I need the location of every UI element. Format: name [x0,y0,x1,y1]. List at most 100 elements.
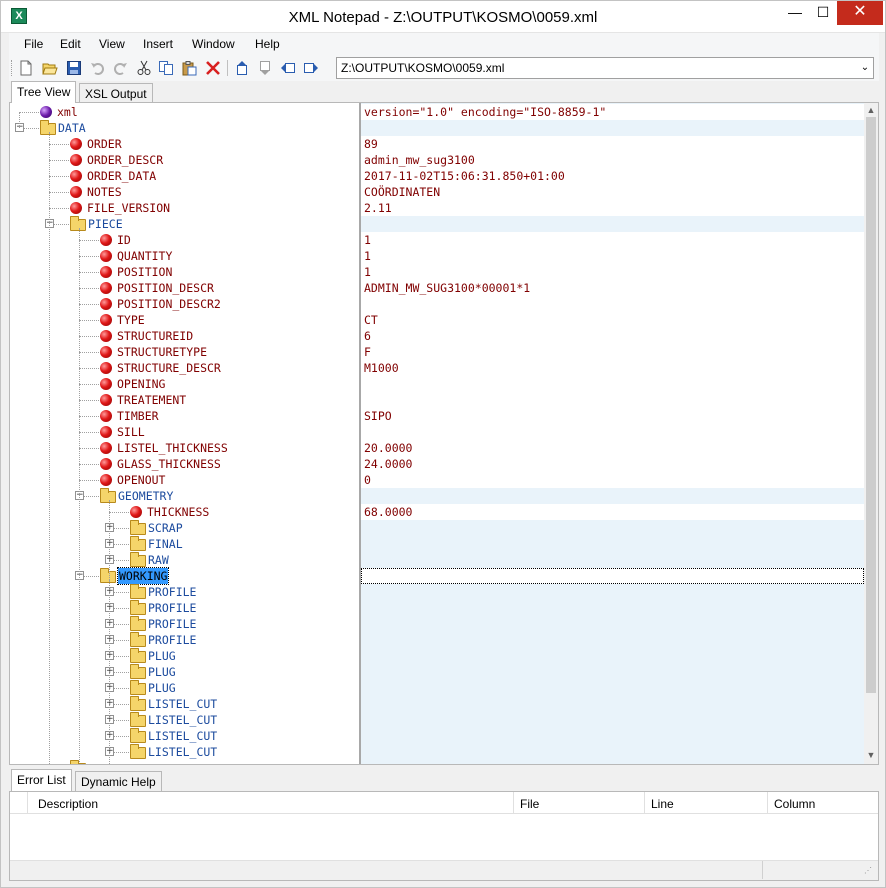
tree-node[interactable]: TYPE [10,312,359,328]
node-value[interactable] [361,664,864,680]
node-value[interactable]: SIPO [361,408,864,424]
delete-icon[interactable] [205,60,221,76]
tree-node[interactable]: + FINAL [10,536,359,552]
tree-node[interactable]: + RAW [10,552,359,568]
new-icon[interactable] [18,60,34,76]
node-value[interactable] [361,296,864,312]
node-value[interactable]: 1 [361,264,864,280]
node-value[interactable] [361,584,864,600]
tree-node[interactable]: + PROFILE [10,632,359,648]
tree-node[interactable]: POSITION [10,264,359,280]
node-value[interactable]: 68.0000 [361,504,864,520]
nudge-left-icon[interactable] [280,60,296,76]
node-value[interactable]: CT [361,312,864,328]
tree-node[interactable]: POSITION_DESCR2 [10,296,359,312]
tree-node[interactable]: + LISTEL_CUT [10,712,359,728]
tree-node[interactable]: + LISTEL_CUT [10,728,359,744]
node-value[interactable] [361,520,864,536]
node-tree[interactable]: xml − DATA ORDER ORDER_DESCR ORDER_DATA NOTES F… [10,103,359,764]
node-value[interactable]: COÖRDINATEN [361,184,864,200]
node-values[interactable]: version="1.0" encoding="ISO-8859-1" 89 adm… [361,103,864,764]
tree-node[interactable]: LISTEL_THICKNESS [10,440,359,456]
tree-node[interactable]: ORDER_DESCR [10,152,359,168]
tree-node[interactable]: + PLUG [10,680,359,696]
tree-node[interactable]: − PIECE [10,216,359,232]
tree-node[interactable]: QUANTITY [10,248,359,264]
tree-node[interactable]: TREATEMENT [10,392,359,408]
node-value[interactable]: 20.0000 [361,440,864,456]
menu-edit[interactable]: Edit [60,37,81,51]
node-value[interactable] [361,488,864,504]
tree-node[interactable]: + PROFILE [10,584,359,600]
tree-node[interactable]: THICKNESS [10,504,359,520]
node-value[interactable]: 2017-11-02T15:06:31.850+01:00 [361,168,864,184]
maximize-button[interactable]: ☐ [809,1,837,25]
nudge-right-icon[interactable] [303,60,319,76]
scroll-down-icon[interactable]: ▼ [864,748,878,762]
menu-file[interactable]: File [24,37,43,51]
tree-node[interactable]: + LISTEL_CUT [10,696,359,712]
tree-node[interactable]: + SCRAP [10,520,359,536]
node-value[interactable] [361,616,864,632]
tree-node[interactable]: xml [10,104,359,120]
node-value[interactable] [361,632,864,648]
tree-node[interactable]: NOTES [10,184,359,200]
save-icon[interactable] [66,60,82,76]
tree-node[interactable]: STRUCTURETYPE [10,344,359,360]
column-file[interactable]: File [514,792,645,814]
node-value[interactable]: admin_mw_sug3100 [361,152,864,168]
tree-node[interactable]: GLASS_THICKNESS [10,456,359,472]
tree-node[interactable]: OPENOUT [10,472,359,488]
node-value[interactable] [361,600,864,616]
vertical-scrollbar[interactable]: ▲ ▼ [864,103,878,764]
node-value[interactable] [361,424,864,440]
redo-icon[interactable] [112,60,128,76]
menu-view[interactable]: View [99,37,125,51]
tree-node[interactable]: OPENING [10,376,359,392]
node-value[interactable] [361,648,864,664]
node-value[interactable] [361,712,864,728]
tree-node[interactable]: STRUCTURE_DESCR [10,360,359,376]
node-value[interactable]: 0 [361,472,864,488]
tree-node[interactable]: SILL [10,424,359,440]
copy-icon[interactable] [158,60,174,76]
tree-node[interactable]: + LISTEL_CUT [10,744,359,760]
tree-node[interactable]: + PROFILE [10,616,359,632]
column-column[interactable]: Column [768,792,878,814]
cut-icon[interactable] [136,60,152,76]
node-value[interactable] [361,392,864,408]
tree-node[interactable]: TIMBER [10,408,359,424]
tree-node[interactable]: POSITION_DESCR [10,280,359,296]
resize-grip-icon[interactable]: ⋰ [864,866,876,878]
node-value[interactable]: M1000 [361,360,864,376]
node-value[interactable] [361,728,864,744]
node-value[interactable]: ADMIN_MW_SUG3100*00001*1 [361,280,864,296]
node-value[interactable] [361,680,864,696]
location-combobox[interactable]: Z:\OUTPUT\KOSMO\0059.xml ⌄ [336,57,874,79]
tree-node[interactable]: − WORKING [10,567,359,585]
node-value[interactable]: 6 [361,328,864,344]
close-button[interactable]: ✕ [837,1,883,25]
tree-node[interactable]: ID [10,232,359,248]
scroll-thumb[interactable] [866,117,876,693]
node-value[interactable]: 24.0000 [361,456,864,472]
node-value[interactable]: 89 [361,136,864,152]
menu-window[interactable]: Window [192,37,235,51]
chevron-down-icon[interactable]: ⌄ [859,61,871,75]
scroll-up-icon[interactable]: ▲ [864,103,878,117]
tab-error-list[interactable]: Error List [11,769,72,791]
node-value[interactable]: 1 [361,248,864,264]
node-value[interactable] [361,376,864,392]
column-description[interactable]: Description [28,792,514,814]
horizontal-scrollbar[interactable] [10,860,878,880]
tab-dynamic-help[interactable]: Dynamic Help [75,771,162,791]
tree-node[interactable]: + PROFILE [10,600,359,616]
nudge-down-icon[interactable] [257,60,273,76]
tree-node[interactable]: − GEOMETRY [10,488,359,504]
node-value[interactable]: 2.11 [361,200,864,216]
tree-node[interactable]: − DATA [10,120,359,136]
tab-xsl-output[interactable]: XSL Output [79,83,153,103]
tree-node[interactable]: ORDER_DATA [10,168,359,184]
node-value[interactable]: version="1.0" encoding="ISO-8859-1" [361,104,864,120]
menu-insert[interactable]: Insert [143,37,173,51]
